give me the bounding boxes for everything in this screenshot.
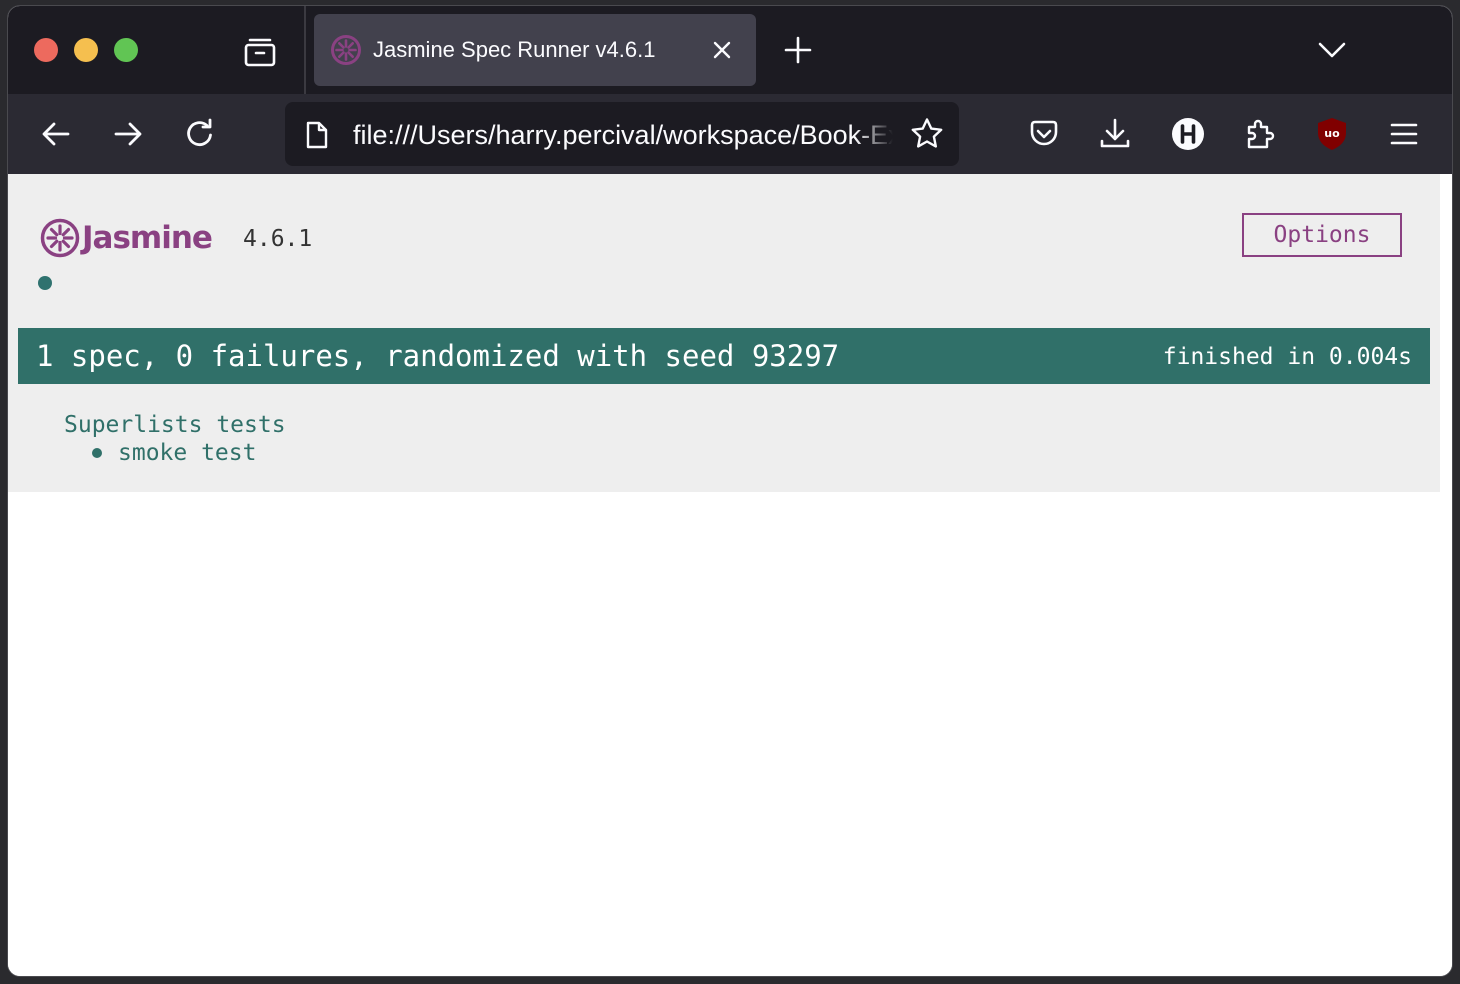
minimize-window-button[interactable] [74, 38, 98, 62]
h-extension-button[interactable] [1166, 112, 1210, 156]
new-tab-icon[interactable] [780, 32, 816, 68]
page-content: Jasmine 4.6.1 Options 1 spec, 0 failures… [8, 174, 1452, 976]
chevron-down-icon[interactable] [1314, 34, 1350, 66]
list-all-tabs-button[interactable] [240, 34, 280, 70]
reload-icon [187, 118, 212, 147]
jasmine-favicon-icon [331, 35, 361, 65]
extensions-button[interactable] [1238, 112, 1282, 156]
address-bar[interactable]: file:///Users/harry.percival/workspace/B… [285, 102, 959, 166]
jasmine-logo-text: Jasmine [82, 220, 213, 256]
url-text[interactable]: file:///Users/harry.percival/workspace/B… [353, 119, 893, 151]
tab-title: Jasmine Spec Runner v4.6.1 [373, 37, 656, 62]
navigation-toolbar: file:///Users/harry.percival/workspace/B… [8, 94, 1452, 174]
menu-button[interactable] [1382, 112, 1426, 156]
jasmine-version: 4.6.1 [243, 226, 313, 252]
spec-bullet [92, 448, 102, 458]
results-summary-bar: 1 spec, 0 failures, randomized with seed… [18, 328, 1430, 384]
ublock-button[interactable]: uo [1310, 112, 1354, 156]
ublock-icon: uo [1318, 118, 1346, 150]
jasmine-reporter: Jasmine 4.6.1 Options 1 spec, 0 failures… [8, 174, 1440, 492]
tab-strip-divider [304, 6, 306, 94]
suite-link[interactable]: Superlists tests [64, 410, 286, 440]
page-icon [306, 121, 328, 149]
close-tab-icon[interactable] [708, 36, 736, 64]
tab-active[interactable]: Jasmine Spec Runner v4.6.1 [314, 14, 756, 86]
downloads-button[interactable] [1093, 112, 1137, 156]
extensions-icon [1247, 119, 1275, 149]
duration: finished in 0.004s [1162, 344, 1412, 370]
browser-window: Jasmine Spec Runner v4.6.1 file:///Users… [8, 6, 1452, 976]
bookmark-star-icon[interactable] [909, 116, 945, 152]
results-summary[interactable]: 1 spec, 0 failures, randomized with seed… [36, 338, 839, 374]
download-icon [1100, 118, 1130, 148]
tab-strip: Jasmine Spec Runner v4.6.1 [8, 6, 1452, 94]
pocket-button[interactable] [1022, 112, 1066, 156]
spec-passed-dot[interactable] [38, 276, 52, 290]
svg-text:uo: uo [1324, 127, 1340, 140]
forward-button[interactable] [106, 112, 150, 156]
pocket-icon [1030, 120, 1058, 146]
menu-icon [1390, 123, 1418, 145]
close-window-button[interactable] [34, 38, 58, 62]
jasmine-logo-icon [40, 218, 80, 258]
options-button[interactable]: Options [1242, 213, 1402, 257]
reload-button[interactable] [178, 112, 222, 156]
spec-link[interactable]: smoke test [118, 438, 256, 468]
forward-icon [114, 122, 142, 146]
zoom-window-button[interactable] [114, 38, 138, 62]
h-extension-icon [1172, 118, 1204, 150]
tab-list-icon [244, 38, 276, 67]
back-button[interactable] [34, 112, 78, 156]
back-icon [42, 122, 70, 146]
